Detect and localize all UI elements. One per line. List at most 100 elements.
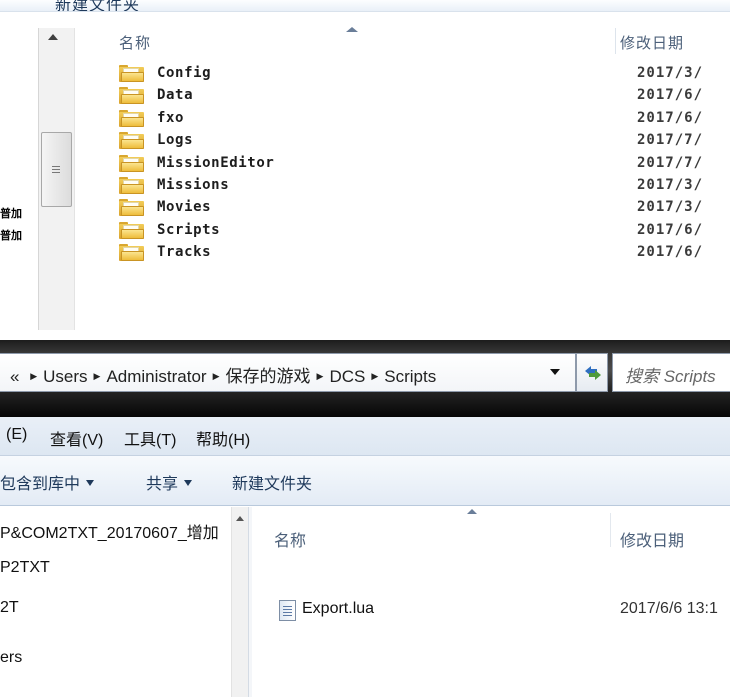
dropdown-arrow-icon[interactable] [550,369,560,375]
top-nav-label-1[interactable]: 普加 [0,205,22,221]
breadcrumb-arrow-icon[interactable]: ▶ [317,371,324,382]
folder-row[interactable]: Data 2017/6/ [75,86,730,108]
folder-icon [119,109,144,127]
nav-scrollbar[interactable] [231,507,248,697]
menu-view[interactable]: 查看(V) [50,426,103,450]
file-row[interactable]: Export.lua 2017/6/6 13:1 [252,599,730,625]
nav-item-1[interactable]: P&COM2TXT_20170607_增加 [0,519,219,543]
share-label: 共享 [146,476,179,493]
folder-name: MissionEditor [157,154,275,171]
breadcrumb-item[interactable]: 保存的游戏 [226,362,311,387]
folder-row[interactable]: Logs 2017/7/ [75,131,730,153]
breadcrumb-item[interactable]: Administrator [106,367,206,387]
column-name-header[interactable]: 名称 [274,527,306,551]
search-input[interactable]: 搜索 Scripts [612,353,730,392]
address-bar[interactable]: « ▶ Users ▶ Administrator ▶ 保存的游戏 ▶ DCS ▶ Scripts [0,353,576,392]
sort-arrow-icon [346,27,358,32]
breadcrumb-arrow-icon[interactable]: ▶ [30,371,37,382]
folder-icon [119,244,144,262]
folder-icon [119,87,144,105]
folder-date: 2017/6/ [637,244,704,261]
nav-item-4[interactable]: ers [0,649,22,667]
breadcrumb-arrow-icon[interactable]: ▶ [213,371,220,382]
breadcrumb-item[interactable]: Users [43,367,87,387]
menu-tools[interactable]: 工具(T) [124,426,176,450]
top-column-header: 名称 修改日期 [75,27,730,54]
capture-gap [0,330,730,340]
new-folder-button[interactable]: 新建文件夹 [232,470,312,494]
folder-row[interactable]: Movies 2017/3/ [75,198,730,220]
breadcrumb-arrow-icon[interactable]: ▶ [94,371,101,382]
folder-date: 2017/6/ [637,221,704,238]
folder-name: Data [157,87,194,104]
scroll-up-icon[interactable] [236,516,244,521]
folder-icon [119,132,144,150]
folder-name: Config [157,65,212,81]
column-divider[interactable] [610,513,611,547]
grip-icon [52,166,62,175]
column-divider[interactable] [615,28,616,54]
search-placeholder: 搜索 Scripts [625,367,716,386]
folder-name: Missions [157,176,230,193]
top-nav-scrollbar[interactable] [38,28,75,330]
nav-item-3[interactable]: 2T [0,599,19,617]
folder-icon [119,154,144,172]
breadcrumb-arrow-icon[interactable]: ▶ [371,371,378,382]
navigation-pane: P&COM2TXT_20170607_增加 P2TXT 2T ers [0,507,248,697]
refresh-icon [585,366,601,380]
breadcrumb-overflow[interactable]: « [10,367,19,387]
folder-name: Scripts [157,221,221,238]
top-explorer-capture: 新建文件夹 普加 普加 名称 修改日期 Config 2017/3/Data 201… [0,0,730,330]
folder-name: Movies [157,199,212,216]
folder-date: 2017/7/ [637,154,704,171]
sort-arrow-icon [467,509,477,514]
breadcrumb: « ▶ Users ▶ Administrator ▶ 保存的游戏 ▶ DCS ▶ Scripts [10,362,442,387]
refresh-button[interactable] [576,353,608,392]
lua-file-icon [279,600,296,621]
share-button[interactable]: 共享 [146,470,193,494]
folder-row[interactable]: Scripts 2017/6/ [75,221,730,243]
folder-icon [119,199,144,217]
top-new-folder-label[interactable]: 新建文件夹 [55,0,140,11]
file-name: Export.lua [302,600,375,617]
folder-row[interactable]: Missions 2017/3/ [75,176,730,198]
folder-date: 2017/6/ [637,87,704,104]
menu-bar: (E) 查看(V) 工具(T) 帮助(H) [0,417,730,456]
column-date-header[interactable]: 修改日期 [620,527,684,551]
command-bar: 包含到库中 共享 新建文件夹 [0,456,730,506]
top-nav-pane: 普加 普加 [0,12,38,330]
folder-icon [119,221,144,239]
menu-help[interactable]: 帮助(H) [196,426,250,450]
folder-date: 2017/3/ [637,199,704,216]
address-bar-area: « ▶ Users ▶ Administrator ▶ 保存的游戏 ▶ DCS ▶ Scripts… [0,340,730,417]
breadcrumb-item[interactable]: DCS [329,367,365,387]
folder-date: 2017/3/ [637,176,704,193]
folder-row[interactable]: Tracks 2017/6/ [75,243,730,265]
folder-icon [119,65,144,82]
bottom-explorer-capture: « ▶ Users ▶ Administrator ▶ 保存的游戏 ▶ DCS ▶ Scripts… [0,340,730,697]
folder-row[interactable]: MissionEditor 2017/7/ [75,154,730,176]
folder-date: 2017/3/ [637,65,704,81]
scroll-up-icon[interactable] [48,34,58,40]
breadcrumb-item[interactable]: Scripts [384,367,436,387]
column-name-header[interactable]: 名称 [119,32,151,53]
top-nav-label-2[interactable]: 普加 [0,227,22,243]
scroll-thumb[interactable] [41,132,72,207]
nav-item-2[interactable]: P2TXT [0,559,50,577]
include-library-button[interactable]: 包含到库中 [0,470,95,494]
include-library-label: 包含到库中 [0,476,81,493]
folder-name: Logs [157,132,194,149]
chevron-down-icon [86,480,95,486]
chevron-down-icon [184,480,193,486]
folder-row[interactable]: Config 2017/3/ [75,64,730,86]
column-date-header[interactable]: 修改日期 [620,32,684,53]
folder-name: Tracks [157,244,212,261]
top-folder-list: Config 2017/3/Data 2017/6/fxo 2017/6/Logs 20… [75,64,730,266]
folder-row[interactable]: fxo 2017/6/ [75,109,730,131]
folder-date: 2017/6/ [637,109,704,126]
folder-icon [119,176,144,194]
file-list-pane: 名称 修改日期 Export.lua 2017/6/6 13:1 [252,507,730,697]
menu-edit[interactable]: (E) [6,426,27,444]
top-toolbar-strip: 新建文件夹 [0,0,730,12]
folder-name: fxo [157,109,185,126]
